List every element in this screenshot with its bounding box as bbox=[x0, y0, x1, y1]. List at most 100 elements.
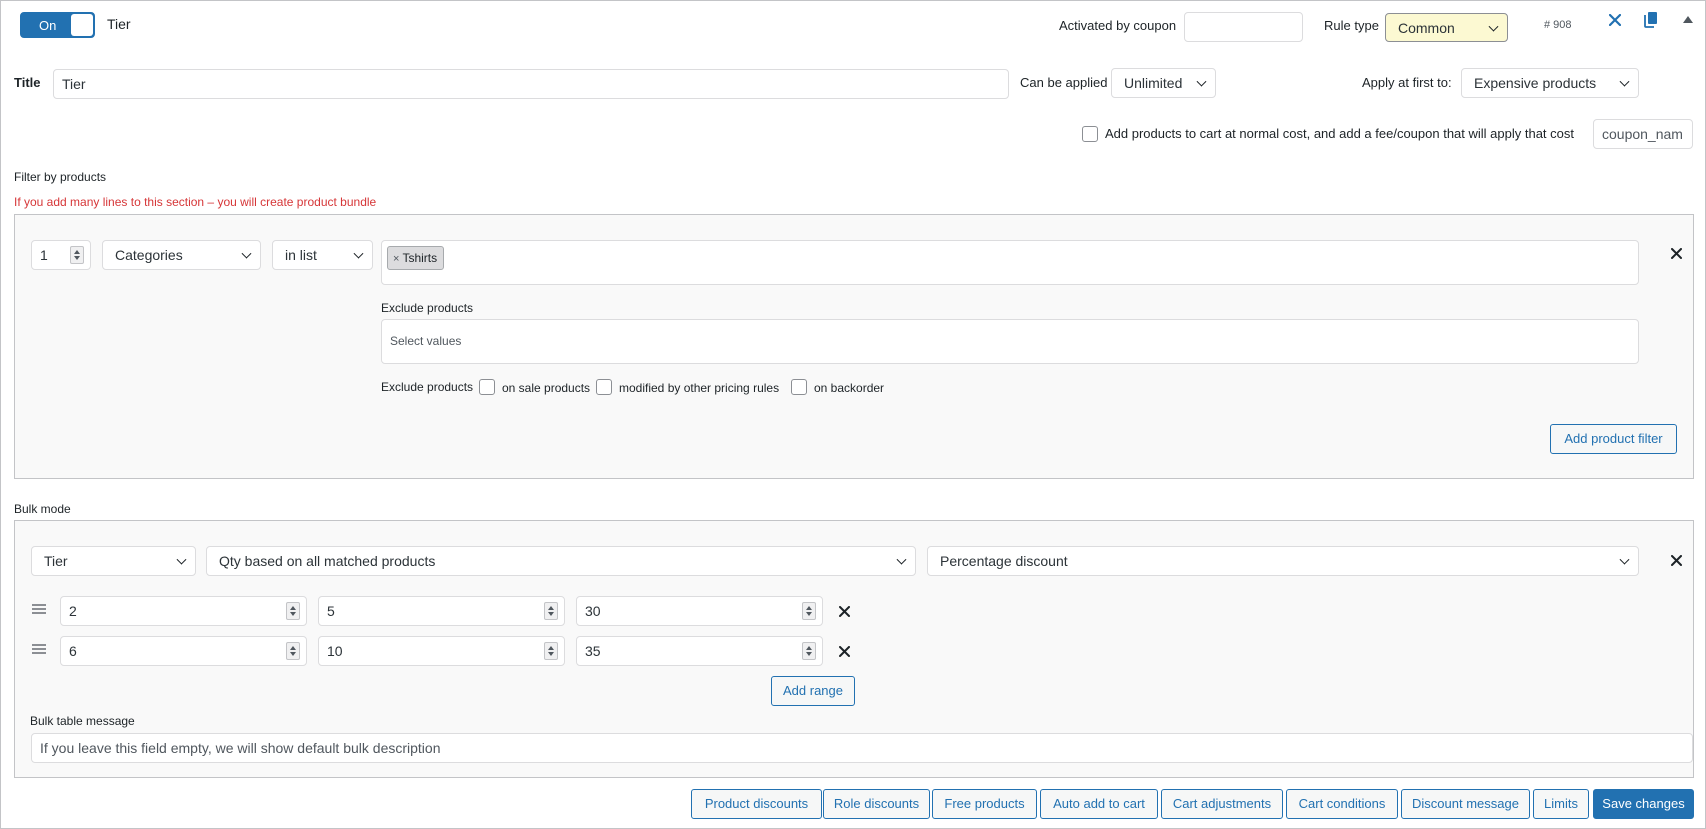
toggle-label: On bbox=[39, 18, 57, 33]
drag-handle-icon[interactable] bbox=[32, 644, 46, 654]
filter-qty-value: 1 bbox=[40, 247, 48, 263]
apply-first-select[interactable]: Expensive products bbox=[1461, 68, 1639, 98]
exclude-inline-label: Exclude products bbox=[381, 380, 474, 394]
toggle-knob bbox=[71, 14, 93, 36]
stepper-icon[interactable] bbox=[544, 602, 558, 620]
collapse-icon[interactable] bbox=[1683, 15, 1693, 23]
range-to-value: 5 bbox=[327, 603, 335, 619]
close-icon[interactable] bbox=[1609, 14, 1621, 26]
copy-icon[interactable] bbox=[1644, 11, 1658, 28]
exclude-products-label: Exclude products bbox=[381, 301, 474, 315]
rule-name: Tier bbox=[107, 16, 131, 32]
stepper-icon[interactable] bbox=[286, 602, 300, 620]
remove-range-icon[interactable] bbox=[839, 646, 850, 657]
exclude-on-sale-label: on sale products bbox=[502, 381, 591, 395]
stepper-icon[interactable] bbox=[286, 642, 300, 660]
rule-type-label: Rule type bbox=[1324, 18, 1379, 33]
discount-type-select[interactable]: Percentage discount bbox=[927, 546, 1639, 576]
bulk-section-label: Bulk mode bbox=[14, 502, 71, 516]
discount-message-button[interactable]: Discount message bbox=[1401, 789, 1530, 819]
activated-by-coupon-label: Activated by coupon bbox=[1059, 18, 1177, 33]
filter-type-value: Categories bbox=[115, 247, 183, 263]
stepper-icon[interactable] bbox=[802, 642, 816, 660]
bulk-mode-section: Tier Qty based on all matched products P… bbox=[14, 520, 1694, 778]
filter-qty-input[interactable]: 1 bbox=[31, 240, 91, 270]
chevron-down-icon bbox=[1619, 554, 1630, 565]
exclude-modified-label: modified by other pricing rules bbox=[619, 381, 780, 395]
filter-values-multiselect[interactable]: × Tshirts bbox=[381, 240, 1639, 285]
rule-type-select[interactable]: Common bbox=[1385, 13, 1508, 42]
cart-adjustments-button[interactable]: Cart adjustments bbox=[1161, 789, 1283, 819]
chevron-down-icon bbox=[353, 248, 364, 259]
can-be-applied-label: Can be applied bbox=[1020, 75, 1108, 90]
title-input[interactable]: Tier bbox=[53, 69, 1009, 99]
fee-coupon-label: Add products to cart at normal cost, and… bbox=[1105, 126, 1574, 141]
apply-first-value: Expensive products bbox=[1474, 75, 1597, 91]
filter-method-select[interactable]: in list bbox=[272, 240, 373, 270]
add-range-button[interactable]: Add range bbox=[771, 676, 855, 706]
range-discount-input[interactable]: 30 bbox=[576, 596, 823, 626]
range-discount-input[interactable]: 35 bbox=[576, 636, 823, 666]
product-filter-section: 1 Categories in list × Tshirts Exclude pr… bbox=[14, 214, 1694, 479]
chevron-down-icon bbox=[241, 248, 252, 259]
save-changes-button[interactable]: Save changes bbox=[1593, 789, 1694, 819]
filter-method-value: in list bbox=[285, 247, 317, 263]
cart-conditions-button[interactable]: Cart conditions bbox=[1286, 789, 1398, 819]
discount-type-value: Percentage discount bbox=[940, 553, 1068, 569]
can-be-applied-select[interactable]: Unlimited bbox=[1111, 68, 1216, 98]
exclude-products-input[interactable]: Select values bbox=[381, 319, 1639, 364]
exclude-on-sale-checkbox[interactable] bbox=[479, 379, 495, 395]
can-be-applied-value: Unlimited bbox=[1124, 75, 1183, 91]
range-to-value: 10 bbox=[327, 643, 343, 659]
stepper-icon[interactable] bbox=[802, 602, 816, 620]
chevron-down-icon bbox=[896, 554, 907, 565]
filter-section-label: Filter by products bbox=[14, 170, 107, 184]
filter-type-select[interactable]: Categories bbox=[102, 240, 261, 270]
bulk-mode-select[interactable]: Tier bbox=[31, 546, 196, 576]
qty-based-value: Qty based on all matched products bbox=[219, 553, 436, 569]
activated-by-coupon-input[interactable] bbox=[1184, 12, 1303, 42]
tag-remove-icon[interactable]: × bbox=[393, 253, 399, 265]
title-label: Title bbox=[14, 75, 41, 90]
stepper-icon[interactable] bbox=[70, 246, 84, 264]
rule-editor: On Tier Activated by coupon Rule type Co… bbox=[0, 0, 1706, 829]
remove-icon[interactable] bbox=[1671, 555, 1682, 566]
add-product-filter-button[interactable]: Add product filter bbox=[1550, 424, 1677, 454]
coupon-name-input[interactable]: coupon_nam bbox=[1593, 119, 1693, 149]
range-from-input[interactable]: 6 bbox=[60, 636, 307, 666]
range-from-input[interactable]: 2 bbox=[60, 596, 307, 626]
bulk-table-message-input[interactable]: If you leave this field empty, we will s… bbox=[31, 733, 1693, 763]
range-discount-value: 35 bbox=[585, 643, 601, 659]
rule-enabled-toggle[interactable]: On bbox=[20, 12, 95, 38]
chevron-down-icon bbox=[1196, 76, 1207, 87]
rule-id: # 908 bbox=[1544, 19, 1572, 31]
range-to-input[interactable]: 5 bbox=[318, 596, 565, 626]
range-from-value: 6 bbox=[69, 643, 77, 659]
range-discount-value: 30 bbox=[585, 603, 601, 619]
auto-add-to-cart-button[interactable]: Auto add to cart bbox=[1040, 789, 1158, 819]
fee-coupon-checkbox[interactable] bbox=[1082, 126, 1098, 142]
drag-handle-icon[interactable] bbox=[32, 604, 46, 614]
qty-based-select[interactable]: Qty based on all matched products bbox=[206, 546, 916, 576]
bulk-mode-value: Tier bbox=[44, 553, 68, 569]
exclude-backorder-checkbox[interactable] bbox=[791, 379, 807, 395]
rule-type-value: Common bbox=[1398, 20, 1455, 36]
product-discounts-button[interactable]: Product discounts bbox=[691, 789, 822, 819]
role-discounts-button[interactable]: Role discounts bbox=[823, 789, 930, 819]
chevron-down-icon bbox=[1488, 21, 1499, 32]
chevron-down-icon bbox=[176, 554, 187, 565]
apply-first-label: Apply at first to: bbox=[1362, 75, 1452, 90]
free-products-button[interactable]: Free products bbox=[932, 789, 1037, 819]
exclude-modified-checkbox[interactable] bbox=[596, 379, 612, 395]
remove-range-icon[interactable] bbox=[839, 606, 850, 617]
chevron-down-icon bbox=[1619, 76, 1630, 87]
stepper-icon[interactable] bbox=[544, 642, 558, 660]
tag-label: Tshirts bbox=[402, 251, 438, 265]
range-from-value: 2 bbox=[69, 603, 77, 619]
bulk-table-message-label: Bulk table message bbox=[30, 714, 135, 728]
bundle-warning: If you add many lines to this section – … bbox=[14, 195, 377, 209]
limits-button[interactable]: Limits bbox=[1533, 789, 1589, 819]
range-to-input[interactable]: 10 bbox=[318, 636, 565, 666]
exclude-backorder-label: on backorder bbox=[814, 381, 885, 395]
remove-icon[interactable] bbox=[1671, 248, 1682, 259]
